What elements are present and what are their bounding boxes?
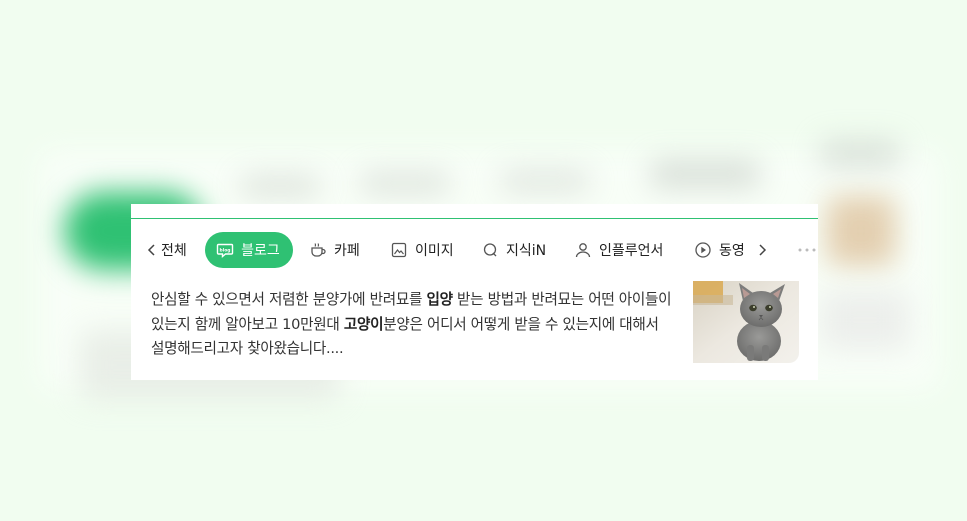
accent-divider bbox=[131, 218, 818, 219]
tab-kin[interactable]: 지식iN bbox=[481, 232, 546, 268]
tab-video-label: 동영 bbox=[719, 243, 745, 259]
chevron-left-icon[interactable] bbox=[143, 240, 161, 260]
tab-influencer-label: 인플루언서 bbox=[599, 243, 664, 259]
image-icon bbox=[390, 241, 408, 259]
tab-all-label: 전체 bbox=[161, 243, 187, 259]
tab-image-label: 이미지 bbox=[415, 243, 454, 259]
snippet-text: 안심할 수 있으면서 저렴한 분양가에 반려묘를 bbox=[151, 291, 427, 308]
tab-influencer[interactable]: 인플루언서 bbox=[574, 232, 663, 268]
bg-tab bbox=[360, 172, 450, 194]
bg-tab bbox=[500, 170, 590, 192]
more-icon[interactable] bbox=[797, 240, 818, 260]
tab-cafe-label: 카페 bbox=[334, 243, 360, 259]
search-result-card: 전체 blog 블로그 카페 이미지 지식iN 인플루언서 동영 안심할 수 있… bbox=[131, 204, 818, 380]
bg-tab bbox=[240, 176, 320, 196]
category-tabbar: 전체 blog 블로그 카페 이미지 지식iN 인플루언서 동영 bbox=[131, 232, 818, 268]
bg-text bbox=[820, 290, 910, 350]
snippet-highlight: 입양 bbox=[426, 291, 453, 308]
tab-video[interactable]: 동영 bbox=[694, 232, 745, 268]
cafe-icon bbox=[309, 241, 327, 259]
result-thumbnail[interactable] bbox=[693, 281, 799, 363]
tab-cafe[interactable]: 카페 bbox=[309, 232, 360, 268]
bg-tab bbox=[650, 160, 760, 188]
kin-icon bbox=[481, 241, 499, 259]
bg-thumbnail bbox=[826, 196, 896, 266]
tab-kin-label: 지식iN bbox=[506, 243, 547, 259]
tab-blog[interactable]: blog 블로그 bbox=[205, 232, 293, 268]
svg-text:blog: blog bbox=[220, 247, 231, 253]
tab-image[interactable]: 이미지 bbox=[390, 232, 454, 268]
result-snippet[interactable]: 안심할 수 있으면서 저렴한 분양가에 반려묘를 입양 받는 방법과 반려묘는 … bbox=[151, 288, 676, 362]
play-icon bbox=[694, 241, 712, 259]
snippet-highlight: 고양이 bbox=[343, 315, 384, 333]
kitten-image bbox=[693, 281, 799, 363]
blog-icon: blog bbox=[216, 241, 234, 259]
chevron-right-icon[interactable] bbox=[754, 240, 770, 260]
tab-all[interactable]: 전체 bbox=[161, 232, 187, 268]
user-icon bbox=[574, 241, 592, 259]
bg-tab bbox=[820, 140, 900, 168]
tab-blog-label: 블로그 bbox=[241, 243, 280, 259]
